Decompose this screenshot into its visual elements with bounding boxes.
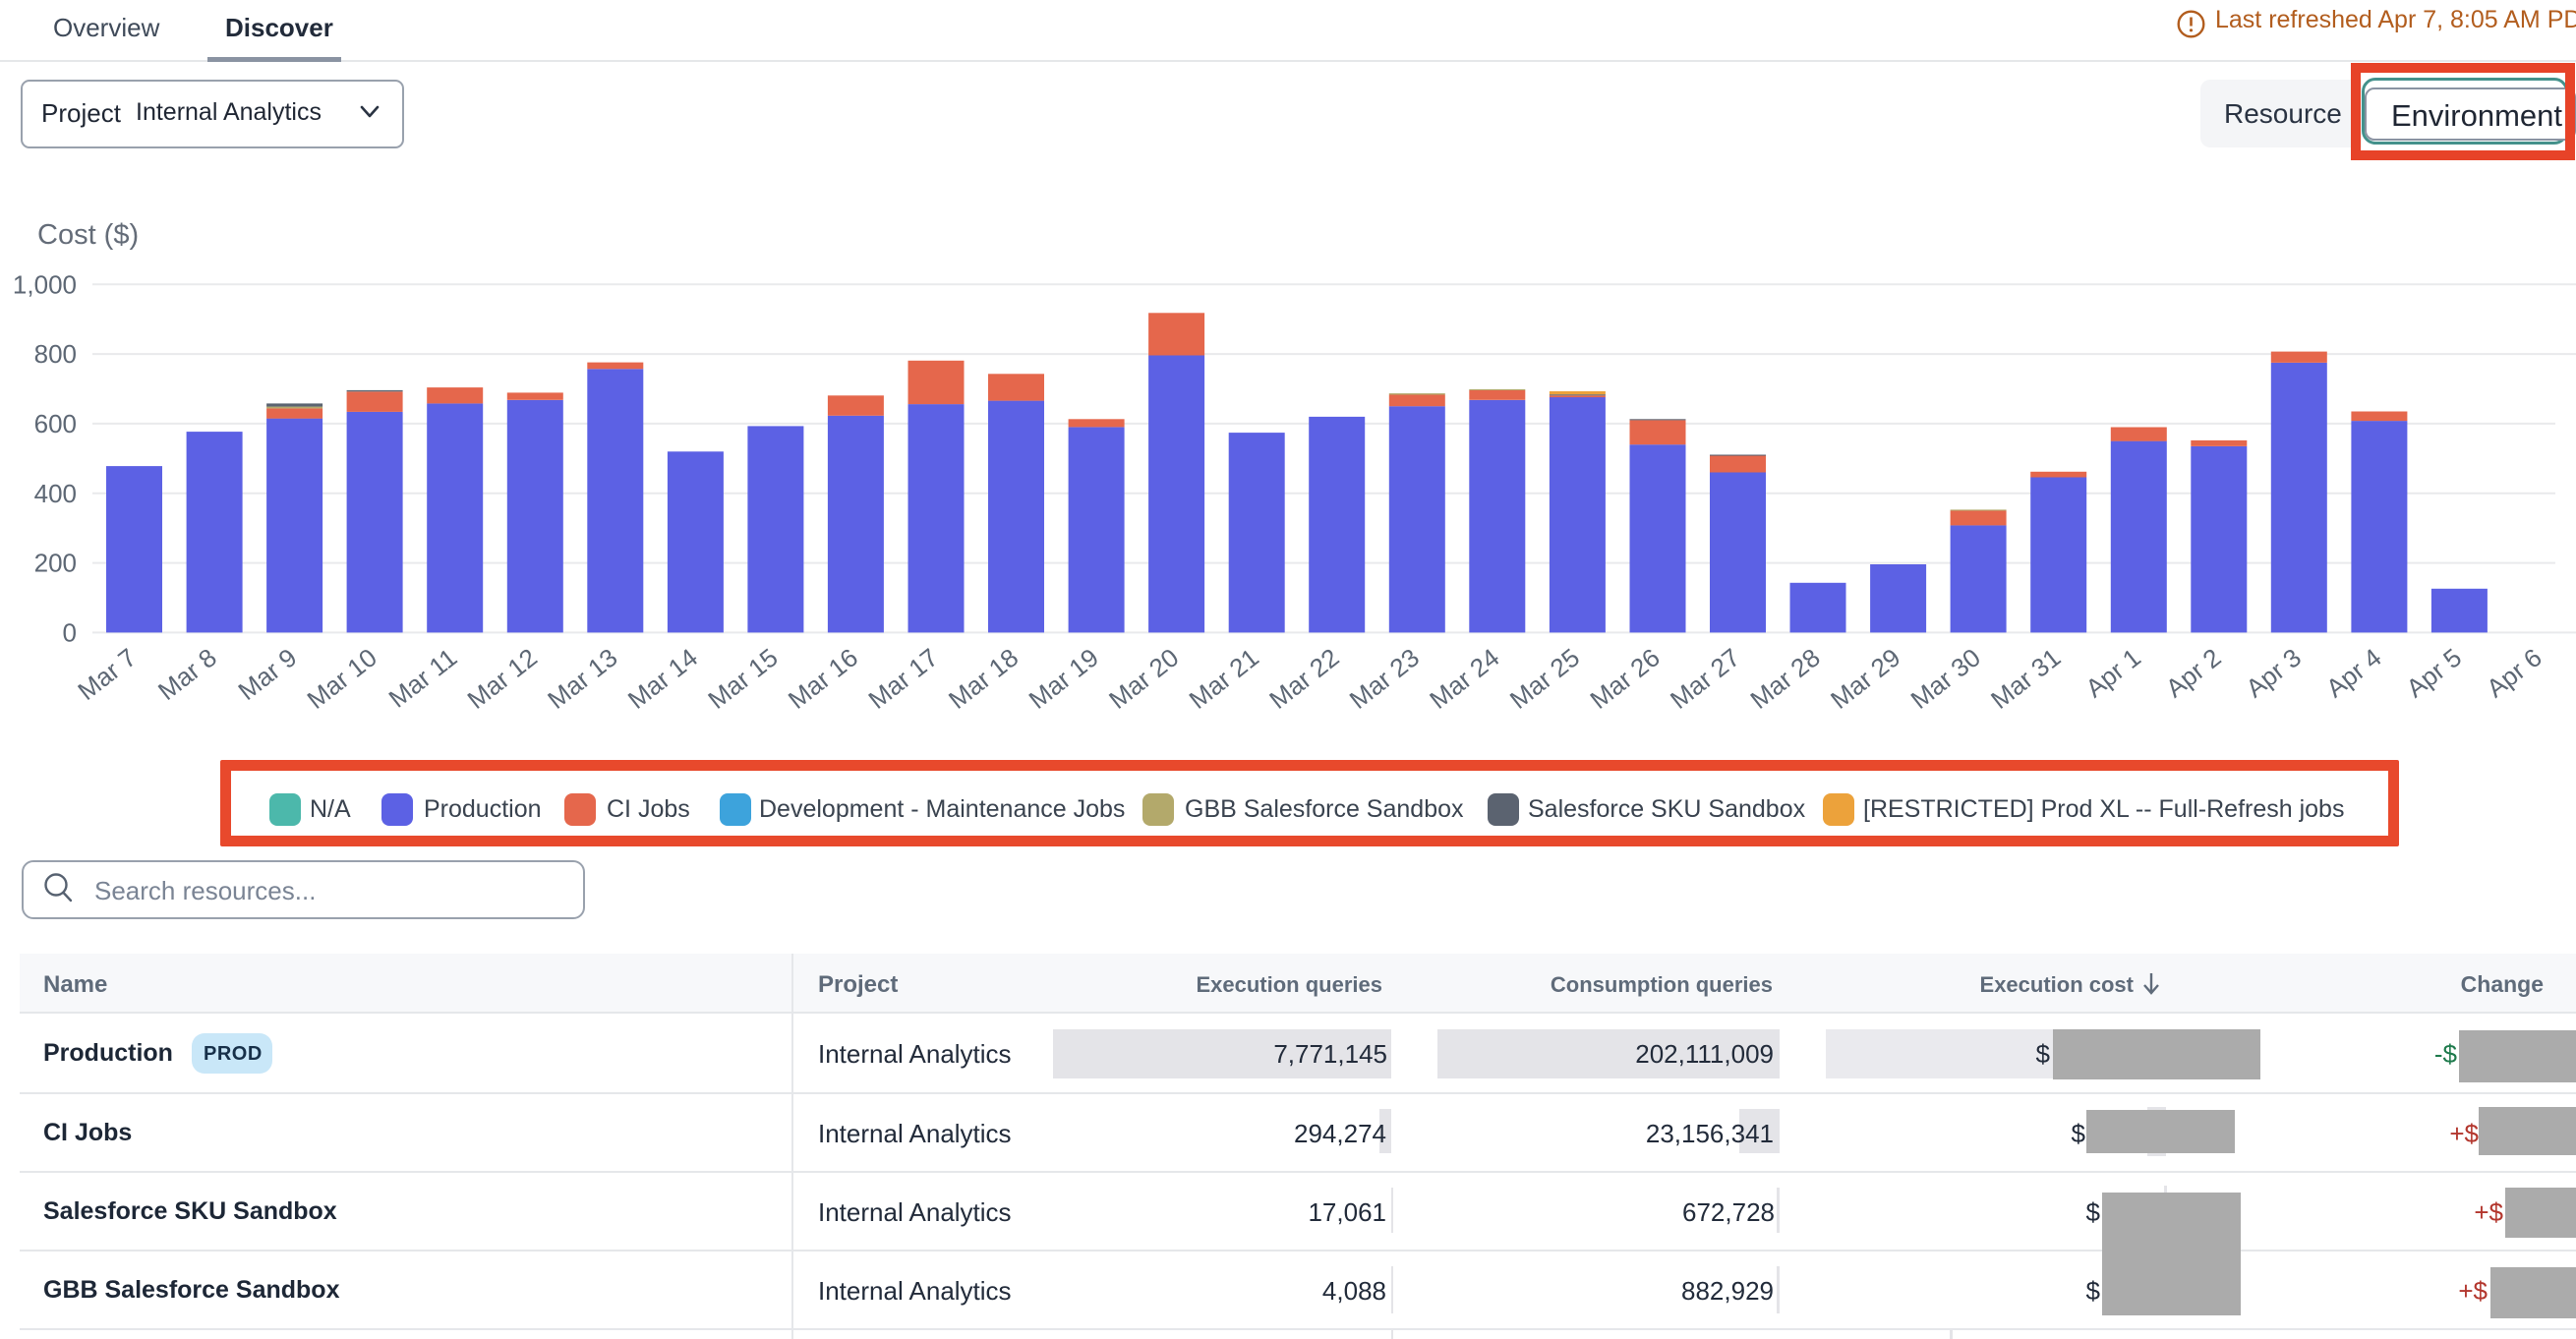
svg-text:Mar 19: Mar 19 [1024, 642, 1104, 714]
svg-text:Mar 26: Mar 26 [1584, 642, 1665, 714]
svg-text:600: 600 [34, 409, 77, 438]
svg-text:Mar 25: Mar 25 [1504, 642, 1585, 714]
svg-text:Mar 13: Mar 13 [542, 642, 622, 714]
svg-text:Mar 7: Mar 7 [72, 642, 142, 706]
svg-text:Apr 5: Apr 5 [2401, 642, 2467, 703]
svg-text:Mar 20: Mar 20 [1103, 642, 1184, 714]
svg-text:Mar 29: Mar 29 [1825, 642, 1905, 714]
svg-text:Mar 31: Mar 31 [1985, 642, 2066, 714]
svg-text:Mar 17: Mar 17 [862, 642, 943, 714]
svg-text:Mar 10: Mar 10 [302, 642, 382, 714]
svg-text:1,000: 1,000 [13, 269, 77, 299]
svg-text:Mar 30: Mar 30 [1905, 642, 1986, 714]
svg-text:Mar 24: Mar 24 [1424, 642, 1504, 714]
svg-text:Mar 12: Mar 12 [462, 642, 543, 714]
svg-text:Mar 18: Mar 18 [943, 642, 1024, 714]
svg-text:Mar 28: Mar 28 [1744, 642, 1825, 714]
svg-text:Mar 15: Mar 15 [702, 642, 783, 714]
svg-text:Mar 27: Mar 27 [1665, 642, 1745, 714]
svg-text:800: 800 [34, 339, 77, 369]
svg-text:200: 200 [34, 549, 77, 578]
svg-text:Mar 23: Mar 23 [1344, 642, 1425, 714]
svg-text:Mar 22: Mar 22 [1263, 642, 1344, 714]
svg-text:Mar 21: Mar 21 [1184, 642, 1264, 714]
svg-text:Apr 4: Apr 4 [2320, 642, 2386, 703]
svg-text:Apr 1: Apr 1 [2079, 642, 2145, 703]
svg-text:Apr 6: Apr 6 [2481, 642, 2547, 703]
svg-text:Apr 3: Apr 3 [2241, 642, 2307, 703]
svg-text:Apr 2: Apr 2 [2160, 642, 2226, 703]
svg-text:Mar 9: Mar 9 [232, 642, 302, 706]
svg-text:0: 0 [63, 617, 77, 647]
svg-text:400: 400 [34, 479, 77, 508]
svg-text:Mar 14: Mar 14 [622, 642, 703, 714]
svg-text:Mar 8: Mar 8 [152, 642, 222, 706]
svg-text:Mar 11: Mar 11 [383, 642, 463, 713]
svg-text:Mar 16: Mar 16 [783, 642, 863, 714]
